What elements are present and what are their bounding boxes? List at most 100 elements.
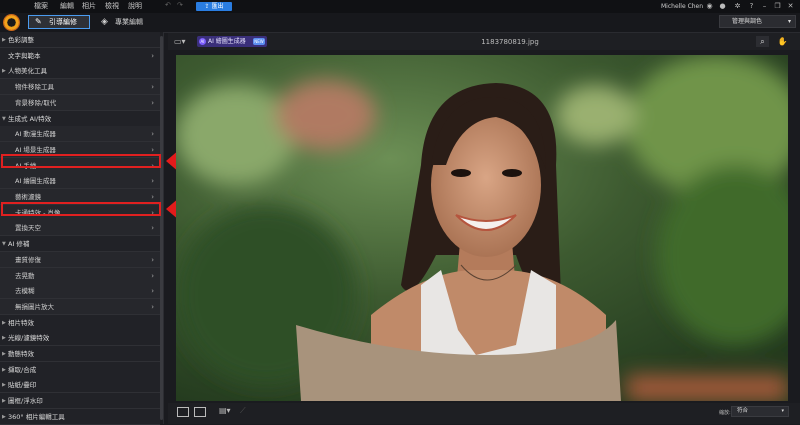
chevron-right-icon: › <box>151 287 154 295</box>
caret-down-icon: ▼ <box>2 116 6 122</box>
caret-right-icon: ▶ <box>2 351 6 357</box>
chevron-right-icon: › <box>151 303 154 311</box>
tool-list-item[interactable]: AI 動漫生成器 › <box>0 126 160 142</box>
chevron-right-icon: › <box>151 83 154 91</box>
tool-list-item[interactable]: ▼ 生成式 AI/特效 <box>0 111 160 127</box>
zoom-value: 符合 <box>737 408 749 414</box>
caret-right-icon: ▶ <box>2 320 6 326</box>
restore-icon[interactable]: ❐ <box>773 2 782 11</box>
tool-list-item[interactable]: ▼ AI 修補 <box>0 236 160 252</box>
tool-list-item[interactable]: 無損圖片放大 › <box>0 299 160 315</box>
tool-list-item-label: AI 修補 <box>8 240 30 248</box>
close-icon[interactable]: ✕ <box>786 2 795 11</box>
folder-icon[interactable]: ▭▾ <box>174 37 186 46</box>
tool-list-item[interactable]: ▶ 動態特效 <box>0 346 160 362</box>
zoom-icon[interactable]: ⌕ <box>756 36 769 47</box>
highlight-box-cartoon-portrait <box>1 202 161 216</box>
caret-right-icon: ▶ <box>2 367 6 373</box>
tab-guided-label: 引導編修 <box>49 18 77 26</box>
caret-right-icon: ▶ <box>2 414 6 420</box>
display-mode-dropdown[interactable]: 管理與調色 ▾ <box>719 15 796 28</box>
tool-list-item[interactable]: ▶ 人物美化工具 <box>0 63 160 79</box>
tool-list-item-label: 無損圖片放大 <box>15 303 54 311</box>
tool-list-item[interactable]: AI 繪圖生成器 › <box>0 173 160 189</box>
split-view-icon[interactable]: ▤▾ <box>219 406 231 415</box>
menu-view[interactable]: 檢視 <box>105 1 119 11</box>
chevron-right-icon: › <box>151 272 154 280</box>
export-button[interactable]: ⇪ 匯出 <box>196 2 232 11</box>
tool-list-item-label: 文字與範本 <box>8 52 41 60</box>
tab-pro-edit[interactable]: ◈ 專業編輯 <box>100 15 175 29</box>
layers-icon: ◈ <box>101 17 108 27</box>
tool-list-item[interactable]: ▶ 光線/濾鏡特效 <box>0 330 160 346</box>
tool-list-item[interactable]: ▶ 相片特效 <box>0 315 160 331</box>
menu-file[interactable]: 檔案 <box>34 1 48 11</box>
chevron-right-icon: › <box>151 224 154 232</box>
tool-list-item-label: AI 動漫生成器 <box>15 130 56 138</box>
user-icon[interactable]: ◉ <box>705 2 714 11</box>
tool-list-item-label: 置換天空 <box>15 224 41 232</box>
tool-list-item-label: 物件移除工具 <box>15 83 54 91</box>
tool-list-item[interactable]: ▶ 360° 相片編輯工具 <box>0 409 160 425</box>
photo-canvas[interactable] <box>176 55 788 401</box>
gear-icon[interactable]: ✲ <box>733 2 742 11</box>
tool-list-item[interactable]: 畫質修復 › <box>0 252 160 268</box>
export-label: 匯出 <box>211 3 224 10</box>
chevron-right-icon: › <box>151 130 154 138</box>
hand-icon[interactable]: ✋ <box>776 36 789 47</box>
single-view-icon[interactable] <box>177 407 189 417</box>
tool-list-item[interactable]: 文字與範本 › <box>0 48 160 64</box>
ai-generator-label: AI 繪圖生成器 <box>208 38 246 45</box>
tool-list-item-label: 360° 相片編輯工具 <box>8 413 65 421</box>
tab-guided-edit[interactable]: ✎ 引導編修 <box>28 15 90 29</box>
tool-list-item[interactable]: 背景移除/取代 › <box>0 95 160 111</box>
caret-right-icon: ▶ <box>2 37 6 43</box>
compare-view-icon[interactable] <box>194 407 206 417</box>
tool-list-item[interactable]: ▶ 圖框/浮水印 <box>0 393 160 409</box>
chevron-right-icon: › <box>151 177 154 185</box>
caret-down-icon: ▼ <box>2 241 6 247</box>
menu-help[interactable]: 說明 <box>128 1 142 11</box>
minimize-icon[interactable]: – <box>760 2 769 11</box>
tool-list-item-label: 色彩調整 <box>8 36 34 44</box>
redo-icon[interactable]: ↷ <box>177 1 183 9</box>
tool-list-item[interactable]: 物件移除工具 › <box>0 79 160 95</box>
tool-list-item[interactable]: ▶ 擷取/合成 <box>0 362 160 378</box>
app-logo <box>3 14 20 31</box>
tool-list-item[interactable]: 去模糊 › <box>0 283 160 299</box>
menu-edit[interactable]: 編輯 <box>60 1 74 11</box>
tool-list-item-label: 動態特效 <box>8 350 34 358</box>
tool-list-item-label: 相片特效 <box>8 319 34 327</box>
photo-image <box>176 55 788 401</box>
bell-icon[interactable]: ● <box>718 2 727 11</box>
chevron-down-icon: ▾ <box>781 408 784 414</box>
undo-icon[interactable]: ↶ <box>165 1 171 9</box>
tool-list-item[interactable]: 去晃動 › <box>0 268 160 284</box>
tool-list-item[interactable]: ▶ 貼紙/疊印 <box>0 377 160 393</box>
zoom-dropdown[interactable]: 符合 ▾ <box>731 406 789 417</box>
ai-generator-button[interactable]: AI AI 繪圖生成器 NEW <box>197 36 267 47</box>
tool-list-item[interactable]: 置換天空 › <box>0 220 160 236</box>
help-icon[interactable]: ? <box>747 2 756 11</box>
chevron-down-icon: ▾ <box>787 18 791 25</box>
new-badge: NEW <box>253 38 265 45</box>
tool-list-item[interactable]: ▶ 色彩調整 <box>0 32 160 48</box>
chevron-right-icon: › <box>151 52 154 60</box>
tab-pro-label: 專業編輯 <box>115 18 143 26</box>
tool-list-item-label: 生成式 AI/特效 <box>8 115 52 123</box>
zoom-label: 縮放: <box>719 410 731 416</box>
crop-icon[interactable]: ⟋ <box>240 406 246 416</box>
chevron-right-icon: › <box>151 99 154 107</box>
tool-list-item-label: 去晃動 <box>15 272 35 280</box>
tool-list-item-label: AI 場景生成器 <box>15 146 56 154</box>
highlight-box-ai-handdrawn <box>1 154 161 168</box>
display-mode-value: 管理與調色 <box>732 18 763 25</box>
tool-list-item-label: 貼紙/疊印 <box>8 381 37 389</box>
tool-list-item-label: 背景移除/取代 <box>15 99 57 107</box>
scrollbar-thumb[interactable] <box>160 36 163 420</box>
caret-right-icon: ▶ <box>2 335 6 341</box>
menu-photo[interactable]: 相片 <box>82 1 96 11</box>
user-name[interactable]: Michelle Chen <box>661 3 703 10</box>
chevron-right-icon: › <box>151 256 154 264</box>
tool-list-item-label: 光線/濾鏡特效 <box>8 334 50 342</box>
